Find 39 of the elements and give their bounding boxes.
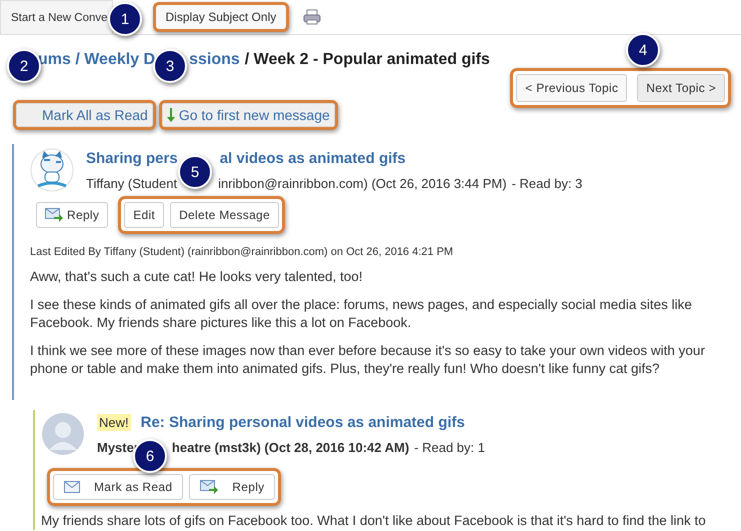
last-edited-note: Last Edited By Tiffany (Student) (rainribbon@rainribbon.com) on Oct 26, 2016 4:21 PM (30, 246, 454, 258)
read-count: - Read by: 3 (512, 176, 582, 191)
message-title[interactable]: Sharing pers (86, 150, 178, 167)
step-number-callout: 3 (153, 49, 187, 83)
page-title: / Week 2 - Popular animated gifs (244, 51, 490, 68)
step-number-callout: 4 (626, 33, 660, 67)
author-info: Tiffany (Student (86, 176, 178, 191)
new-badge: New! (97, 414, 131, 431)
step-number-callout: 1 (108, 2, 142, 36)
toolbar-button[interactable]: Start a New Conve (0, 0, 113, 34)
message-button[interactable]: Reply (189, 474, 276, 500)
cat-avatar (30, 148, 74, 192)
reply-mail-icon (200, 480, 218, 494)
topic-nav-button[interactable]: Next Topic > (637, 74, 725, 102)
message-title[interactable]: Re: Sharing personal videos as animated gifs (140, 414, 465, 431)
action-button[interactable]: Go to first new message (162, 103, 335, 127)
down-arrow-icon (166, 108, 175, 122)
message-title[interactable]: al videos as animated gifs (220, 150, 406, 167)
message-button[interactable]: Delete Message (170, 202, 279, 228)
message-paragraph: Aww, that's such a cute cat! He looks very talented, too! (30, 268, 364, 286)
author-info: inribbon@rainribbon.com) (Oct 26, 2016 3:44 PM) (218, 176, 507, 191)
message-paragraph: I see these kinds of animated gifs all over the place: forums, news pages, and especially social media sites like Facebook. My friends share pictures like this a lot on Facebook. (30, 296, 693, 332)
read-count: - Read by: 1 (414, 440, 485, 455)
breadcrumb-link[interactable]: ssions (189, 51, 240, 68)
message-button[interactable]: Reply (36, 202, 108, 228)
reply-mail-icon (45, 208, 63, 222)
author-info: heatre (mst3k) (Oct 28, 2016 10:42 AM) (172, 440, 410, 455)
envelope-icon (64, 481, 80, 493)
breadcrumb-link[interactable]: ums / Weekly D (38, 51, 156, 68)
message-button[interactable]: Mark as Read (53, 474, 184, 500)
user-silhouette-avatar (41, 412, 85, 456)
message-button[interactable]: Edit (124, 202, 164, 228)
topic-nav-button[interactable]: < Previous Topic (516, 74, 628, 102)
message-paragraph: I think we see more of these images now than ever before because it's so easy to take your own videos with your phone or table and make them into animated gifs. Plus, they're really fun! Who doesn't like funny cat gifs? (30, 342, 706, 378)
message-paragraph: My friends share lots of gifs on Facebook too. What I don't like about Facebook is that it's hard to find the link to (41, 512, 707, 530)
action-button[interactable]: Mark All as Read (16, 103, 153, 127)
printer-icon[interactable] (303, 9, 322, 25)
step-number-callout: 5 (178, 155, 212, 189)
toolbar-button[interactable]: Display Subject Only (152, 2, 290, 32)
